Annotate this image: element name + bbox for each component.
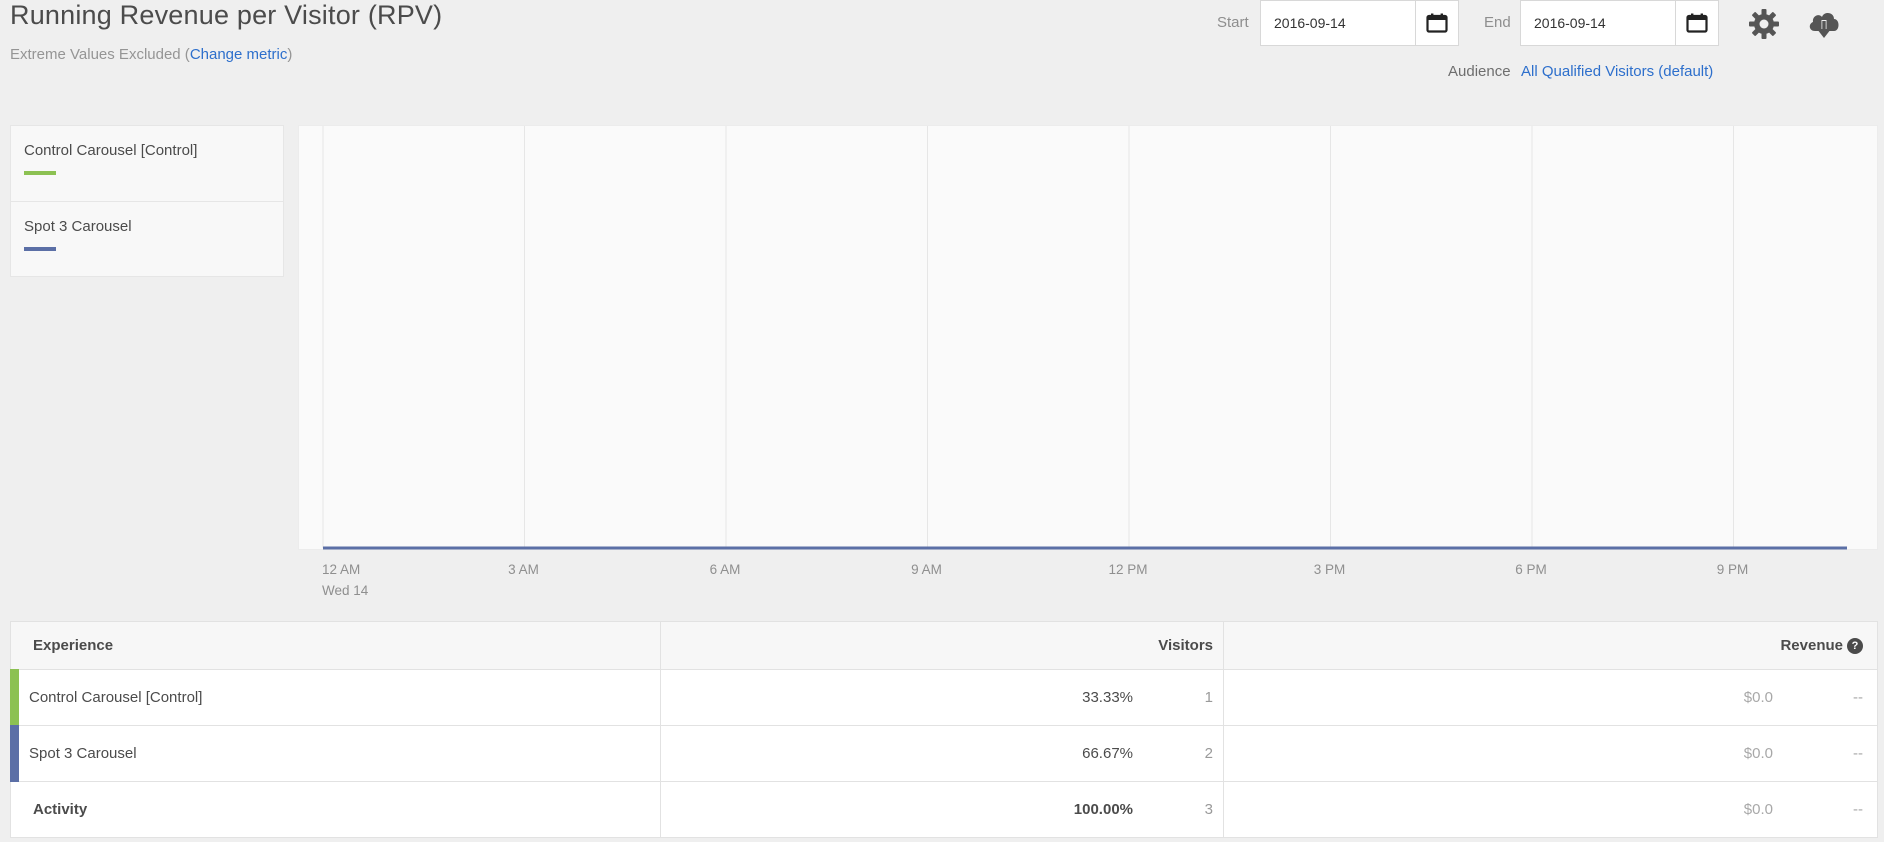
header-revenue[interactable]: Revenue? [1223,621,1878,670]
subtitle-suffix: ) [287,46,293,63]
start-date-picker [1260,0,1459,46]
header-revenue-label: Revenue [1780,637,1843,654]
rpv-chart [298,125,1878,550]
revenue-value: $0.0 [1743,801,1773,818]
visitors-count: 1 [1204,689,1213,706]
visitors-count: 2 [1204,745,1213,762]
header-visitors[interactable]: Visitors [660,621,1224,670]
calendar-icon [1685,13,1708,33]
header-experience[interactable]: Experience [10,621,661,670]
x-tick-label: 6 AM [709,562,741,577]
revenue-cell: $0.0 -- [1223,725,1878,782]
revenue-value: $0.0 [1743,689,1773,706]
x-tick-label: 3 PM [1313,562,1346,577]
x-tick-label: 12 PM [1108,562,1148,577]
revenue-cell: $0.0 -- [1223,669,1878,726]
row-color-bar [10,669,19,726]
experience-table: Experience Visitors Revenue? Control Car… [10,621,1878,838]
help-icon[interactable]: ? [1847,638,1863,654]
x-axis-sublabel: Wed 14 [322,583,369,598]
experience-cell: Activity [10,781,661,838]
revenue-cell: $0.0 -- [1223,781,1878,838]
legend-item-control[interactable]: Control Carousel [Control] [11,126,283,202]
end-date-label: End [1484,14,1511,31]
visitors-percent: 100.00% [1073,801,1133,818]
cloud-download-icon [1809,13,1839,38]
settings-button[interactable] [1746,6,1782,42]
visitors-cell: 100.00% 3 [660,781,1224,838]
legend-swatch [24,171,56,175]
revenue-lift: -- [1853,689,1863,706]
end-date-input[interactable] [1521,1,1675,45]
metric-subtitle: Extreme Values Excluded (Change metric) [10,46,292,63]
revenue-value: $0.0 [1743,745,1773,762]
experience-name: Control Carousel [Control] [29,689,203,706]
legend-label: Control Carousel [Control] [24,142,198,159]
gear-icon [1749,9,1779,39]
table-row: Spot 3 Carousel 66.67% 2 $0.0 -- [10,725,1878,782]
download-button[interactable] [1806,6,1842,42]
legend-swatch [24,247,56,251]
audience-selector[interactable]: All Qualified Visitors (default) [1521,63,1713,80]
end-date-picker [1520,0,1719,46]
visitors-cell: 33.33% 1 [660,669,1224,726]
legend-label: Spot 3 Carousel [24,218,132,235]
change-metric-link[interactable]: Change metric [190,46,288,63]
legend-item-spot3[interactable]: Spot 3 Carousel [11,202,283,278]
experience-name: Spot 3 Carousel [29,745,137,762]
visitors-percent: 33.33% [1082,689,1133,706]
visitors-percent: 66.67% [1082,745,1133,762]
visitors-cell: 66.67% 2 [660,725,1224,782]
revenue-lift: -- [1853,745,1863,762]
table-total-row: Activity 100.00% 3 $0.0 -- [10,781,1878,838]
experience-cell: Spot 3 Carousel [10,725,661,782]
x-tick-label: 12 AM [322,562,361,577]
start-date-input[interactable] [1261,1,1415,45]
chart-legend: Control Carousel [Control] Spot 3 Carous… [10,125,284,277]
experience-cell: Control Carousel [Control] [10,669,661,726]
page-title: Running Revenue per Visitor (RPV) [10,0,443,30]
revenue-lift: -- [1853,801,1863,818]
end-calendar-button[interactable] [1675,1,1717,45]
subtitle-prefix: Extreme Values Excluded ( [10,46,190,63]
visitors-count: 3 [1204,801,1213,818]
x-tick-label: 6 PM [1515,562,1547,577]
chart-plot [322,126,1847,550]
table-row: Control Carousel [Control] 33.33% 1 $0.0… [10,669,1878,726]
calendar-icon [1425,13,1448,33]
start-calendar-button[interactable] [1415,1,1457,45]
x-tick-label: 3 AM [508,562,539,577]
audience-label: Audience [1448,63,1511,80]
x-tick-label: 9 AM [911,562,942,577]
x-tick-label: 9 PM [1716,562,1749,577]
table-header-row: Experience Visitors Revenue? [10,621,1878,670]
row-color-bar [10,725,19,782]
start-date-label: Start [1217,14,1249,31]
